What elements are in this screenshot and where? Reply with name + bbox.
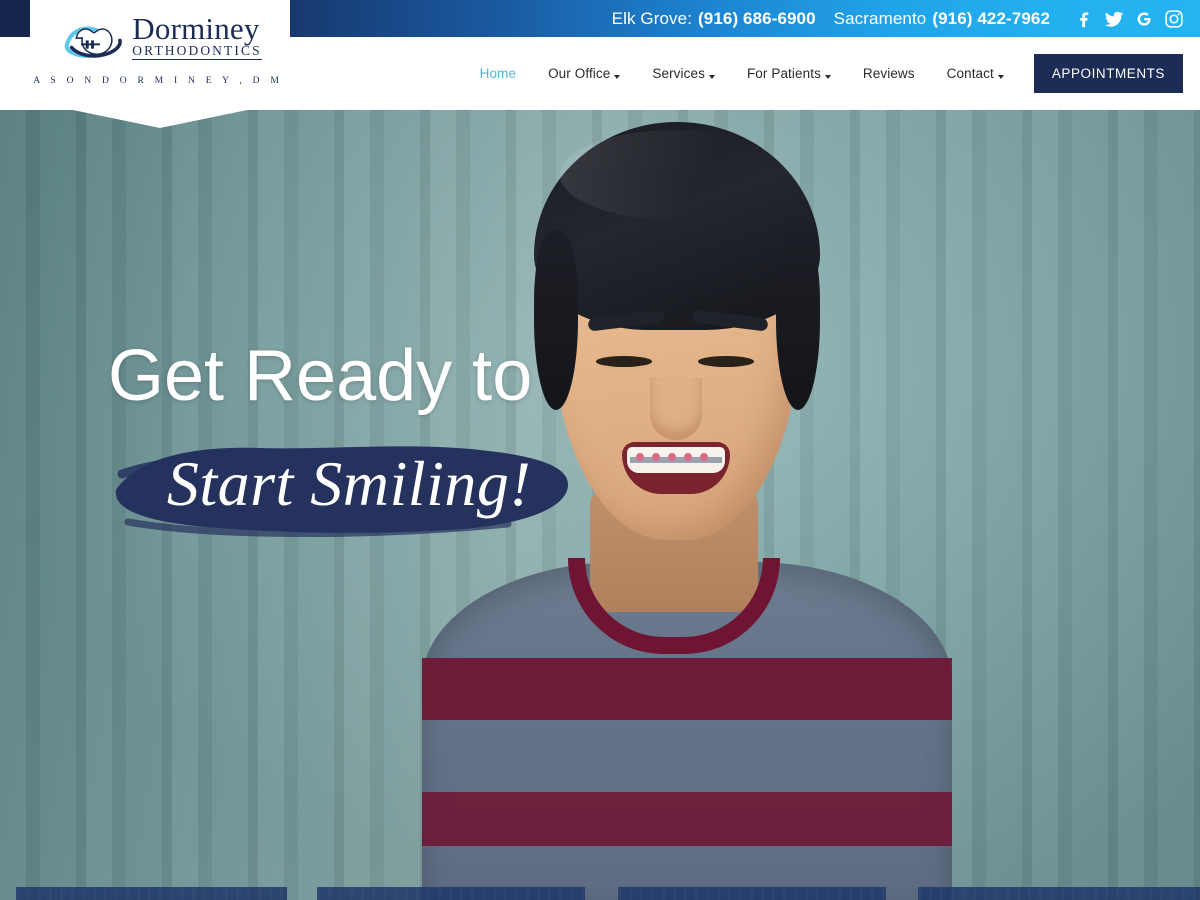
logo-subtitle: ORTHODONTICS [132, 43, 262, 60]
nav-item-reviews-label: Reviews [862, 66, 915, 81]
patient-hair-right [776, 230, 820, 410]
card-background-cityscape [918, 887, 1200, 900]
page-root: Elk Grove: (916) 686-6900 Sacramento (91… [0, 0, 1200, 900]
hero-headline: Get Ready to Start Smiling! [108, 340, 578, 540]
patient-eye-right [698, 356, 754, 367]
elk-grove-label: Elk Grove: [611, 8, 693, 28]
nav-item-for-patients[interactable]: For Patients [731, 66, 847, 81]
nav-item-our-office[interactable]: Our Office [532, 66, 636, 81]
nav-item-contact[interactable]: Contact [931, 66, 1020, 81]
chevron-down-icon [708, 74, 715, 79]
nav-item-reviews[interactable]: Reviews [847, 66, 931, 81]
patient-eye-left [596, 356, 652, 367]
chevron-down-icon [614, 74, 621, 79]
hero-headline-line-2: Start Smiling! [166, 448, 532, 519]
hero-banner: Get Ready to Start Smiling! [0, 110, 1200, 900]
card-background-cityscape [618, 887, 886, 900]
card-complimentary-exam[interactable]: Complimentary Exam [918, 887, 1200, 900]
chevron-down-icon [824, 74, 831, 79]
chevron-down-icon [997, 74, 1004, 79]
facebook-icon[interactable] [1072, 7, 1096, 31]
site-logo[interactable]: Dorminey ORTHODONTICS J A S O N D O R M … [30, 0, 290, 128]
nav-item-for-patients-label: For Patients [746, 66, 821, 81]
sacramento-label: Sacramento [833, 8, 927, 28]
sacramento-phone-link[interactable]: (916) 422-7962 [932, 9, 1050, 29]
twitter-icon[interactable] [1102, 7, 1126, 31]
appointments-button[interactable]: APPOINTMENTS [1033, 54, 1183, 93]
card-easy-financing[interactable]: Easy Financing [618, 887, 886, 900]
nav-item-services-label: Services [652, 66, 705, 81]
elk-grove-phone-link[interactable]: (916) 686-6900 [698, 9, 816, 29]
nav-item-home-label: Home [479, 66, 517, 81]
google-icon[interactable] [1132, 7, 1156, 31]
nav-item-our-office-label: Our Office [548, 66, 611, 81]
logo-doctor-name: J A S O N D O R M I N E Y , D M D [19, 75, 301, 86]
tooth-swoosh-icon [64, 26, 123, 58]
hero-headline-line-1: Get Ready to [108, 336, 533, 416]
instagram-icon[interactable] [1162, 7, 1186, 31]
nav-item-home[interactable]: Home [464, 66, 532, 81]
card-background-cityscape [317, 887, 585, 900]
nav-item-services[interactable]: Services [636, 66, 731, 81]
card-itero[interactable]: iTero° [317, 887, 585, 900]
patient-smile-with-braces [622, 442, 730, 494]
patient-nose [650, 378, 702, 440]
card-background-cityscape [16, 887, 287, 900]
feature-card-row: invisalign® iTero° [0, 887, 1200, 900]
card-invisalign[interactable]: invisalign® [16, 887, 287, 900]
nav-item-contact-label: Contact [946, 66, 994, 81]
logo-name: Dorminey [132, 11, 260, 46]
nav-items-list: Home Our Office Services For Patients Re… [464, 37, 1200, 110]
